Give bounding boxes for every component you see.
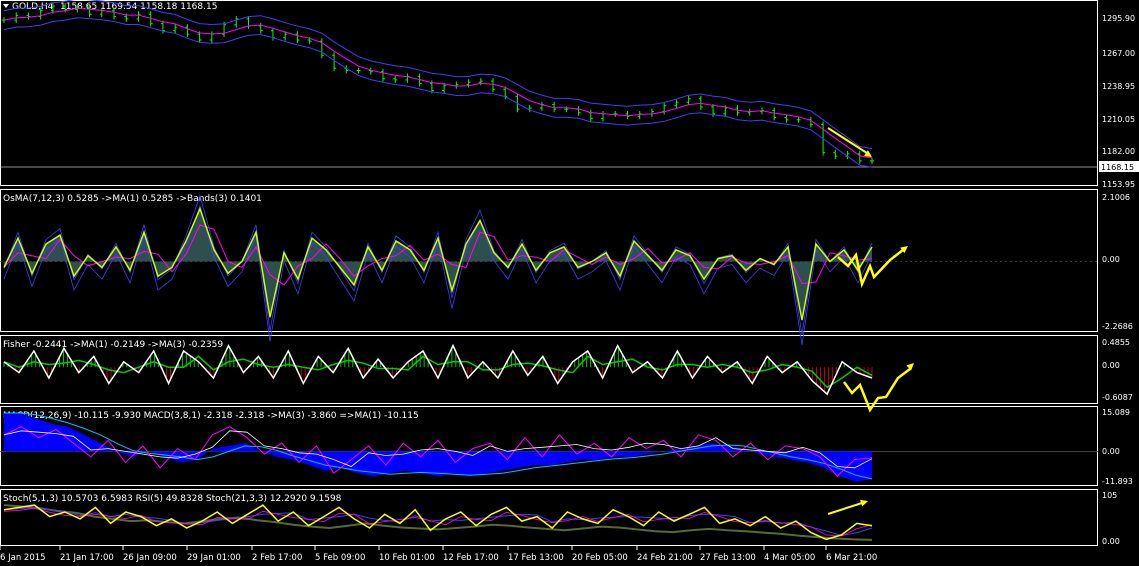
macd-ytick: -11.893: [1102, 477, 1133, 486]
price-ytick: 1267.00: [1102, 49, 1135, 58]
fisher-label: Fisher -0.2441 ->MA(1) -0.2149 ->MA(3) -…: [3, 340, 223, 350]
fisher-ytick: 0.00: [1102, 361, 1120, 370]
osma-label: OsMA(7,12,3) 0.5285 ->MA(1) 0.5285 ->Ban…: [3, 194, 262, 204]
x-tick-label: 5 Feb 09:00: [315, 553, 365, 563]
x-tick-label: 12 Feb 17:00: [443, 553, 499, 563]
price-ytick: 1210.05: [1102, 115, 1135, 124]
x-tick-label: 10 Feb 01:00: [379, 553, 435, 563]
x-tick-label: 24 Feb 21:00: [637, 553, 693, 563]
macd-ytick: 0.00: [1102, 447, 1120, 456]
price-ytick: 1295.90: [1102, 14, 1135, 23]
macd-label: MACD(12,26,9) -10.115 -9.930 MACD(3,8,1)…: [3, 411, 419, 421]
x-tick-label: 6 Mar 21:00: [826, 553, 877, 563]
chart-root: GOLD,H4 1158.65 1169.54 1158.18 1168.15 …: [0, 0, 1139, 566]
ohlc-readout: 1158.65 1169.54 1158.18 1168.15: [60, 2, 217, 12]
fisher-ytick: -0.6087: [1102, 393, 1133, 402]
chart-background: [0, 0, 1139, 566]
x-tick-label: 29 Jan 01:00: [187, 553, 241, 563]
fisher-ytick: 0.4855: [1102, 338, 1130, 347]
price-ytick: 1238.95: [1102, 82, 1135, 91]
x-tick-label: 6 Jan 2015: [0, 553, 46, 563]
current-price-label: 1168.15: [1101, 163, 1134, 172]
stoch-ytick: 0.00: [1102, 537, 1120, 546]
x-tick-label: 17 Feb 13:00: [508, 553, 564, 563]
price-ytick: 1153.95: [1102, 180, 1135, 189]
stoch-label: Stoch(5,1,3) 10.5703 6.5983 RSI(5) 49.83…: [3, 494, 342, 504]
x-tick-label: 4 Mar 05:00: [764, 553, 815, 563]
x-tick-label: 26 Jan 09:00: [123, 553, 177, 563]
x-tick-label: 20 Feb 05:00: [572, 553, 628, 563]
osma-ytick: 0.00: [1102, 255, 1120, 264]
price-ytick: 1182.00: [1102, 147, 1135, 156]
x-tick-label: 27 Feb 13:00: [700, 553, 756, 563]
x-tick-label: 2 Feb 17:00: [252, 553, 302, 563]
x-tick-label: 21 Jan 17:00: [60, 553, 114, 563]
macd-ytick: 15.089: [1102, 408, 1130, 417]
osma-ytick: -2.2686: [1102, 322, 1133, 331]
osma-ytick: 2.1006: [1102, 193, 1130, 202]
stoch-ytick: 105: [1102, 491, 1117, 500]
